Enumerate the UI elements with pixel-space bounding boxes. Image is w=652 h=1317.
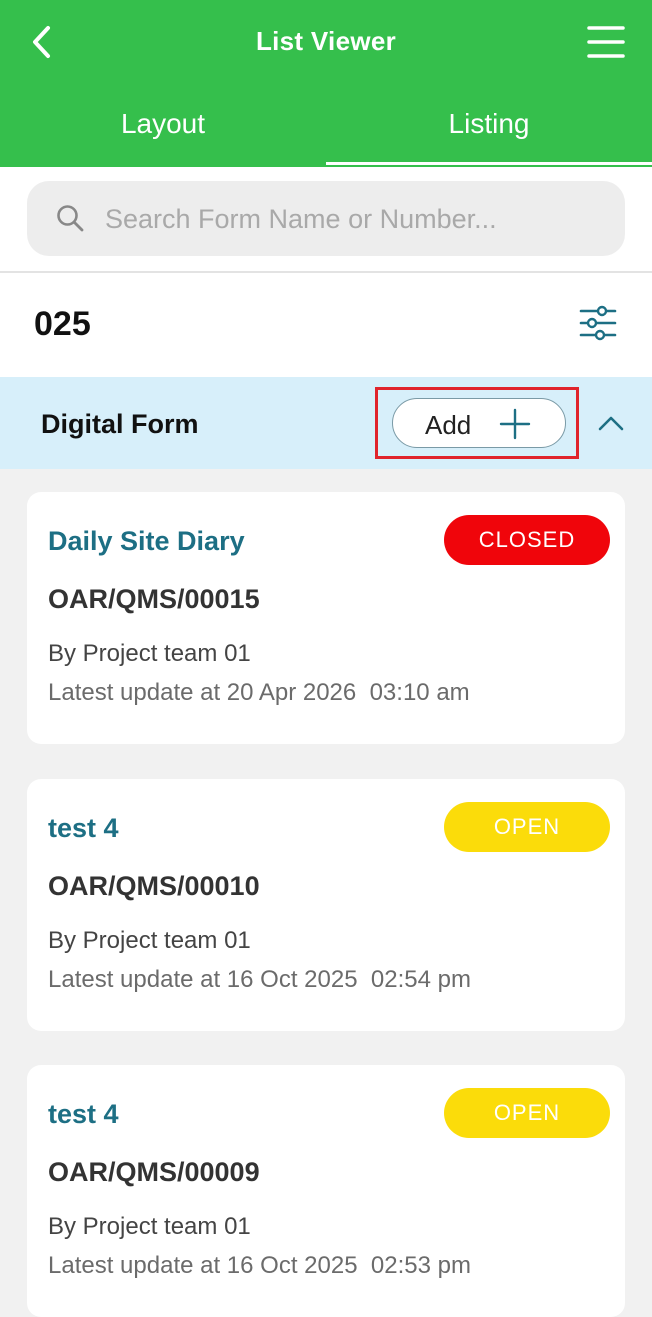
tab-layout[interactable]: Layout [0,108,326,148]
add-button[interactable]: Add [392,398,566,448]
form-number: OAR/QMS/00010 [48,871,260,901]
form-author: By Project team 01 [48,640,251,667]
form-card[interactable]: test 4 OPEN OAR/QMS/00009 By Project tea… [27,1065,625,1317]
status-badge: OPEN [444,802,610,852]
sliders-icon [579,305,617,341]
menu-button[interactable] [586,24,626,60]
section-header: Digital Form Add [0,377,652,469]
page-title: List Viewer [255,26,397,56]
hamburger-menu-icon [587,26,625,58]
tab-listing[interactable]: Listing [326,108,652,148]
form-card[interactable]: Daily Site Diary CLOSED OAR/QMS/00015 By… [27,492,625,744]
form-title: test 4 [48,1099,119,1129]
form-updated: Latest update at 20 Apr 2026 03:10 am [48,679,470,706]
form-card[interactable]: test 4 OPEN OAR/QMS/00010 By Project tea… [27,779,625,1031]
section-title: Digital Form [41,409,199,439]
add-button-label: Add [425,410,472,440]
project-code: 025 [34,305,91,343]
chevron-up-icon [598,416,624,431]
form-title: test 4 [48,813,119,843]
form-author: By Project team 01 [48,1213,251,1240]
app-header: List Viewer Layout Listing [0,0,652,167]
form-updated: Latest update at 16 Oct 2025 02:54 pm [48,966,471,993]
form-number: OAR/QMS/00015 [48,584,260,614]
search-bar [0,167,652,273]
collapse-button[interactable] [598,413,624,433]
search-icon [57,205,84,232]
tab-divider [326,162,652,165]
filter-button[interactable] [578,303,618,343]
search-input[interactable] [103,181,607,258]
form-author: By Project team 01 [48,927,251,954]
status-badge: CLOSED [444,515,610,565]
form-title: Daily Site Diary [48,526,245,556]
status-badge: OPEN [444,1088,610,1138]
form-updated: Latest update at 16 Oct 2025 02:53 pm [48,1252,471,1279]
form-number: OAR/QMS/00009 [48,1157,260,1187]
search-box [27,181,625,258]
plus-icon [499,408,531,440]
project-row: 025 [0,273,652,378]
